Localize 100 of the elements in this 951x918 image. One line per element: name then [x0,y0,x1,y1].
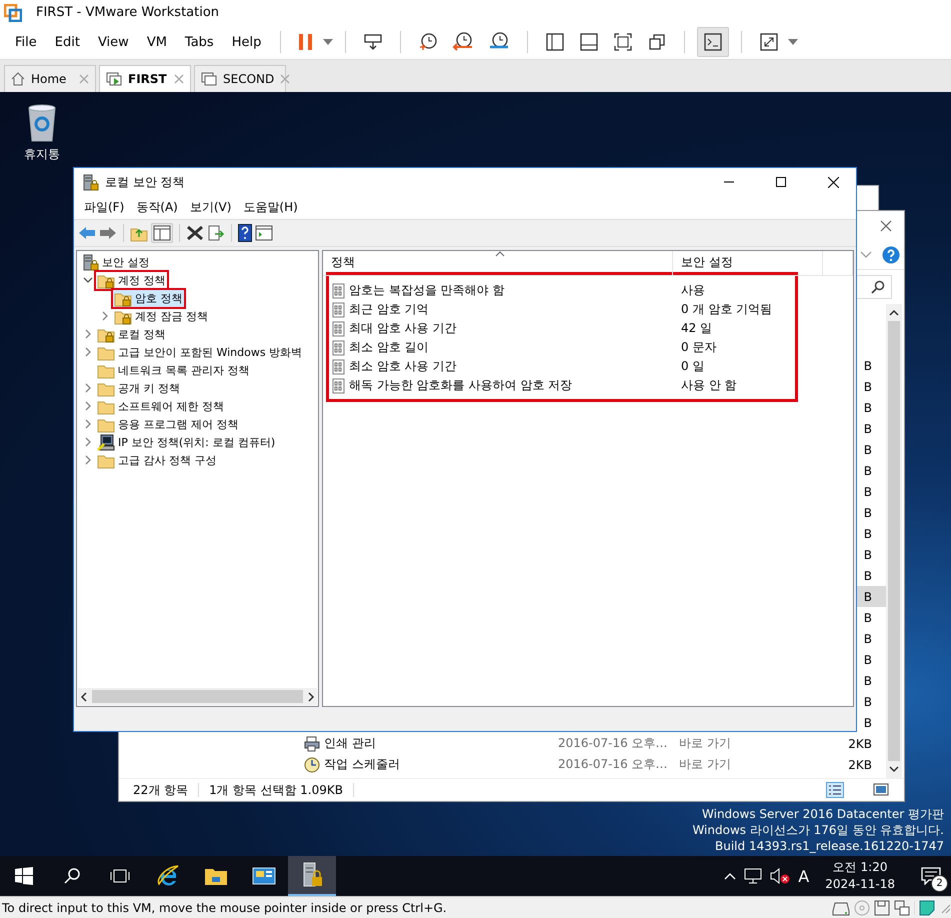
tree-item[interactable]: 암호 정책 [135,290,182,306]
tree-item[interactable]: 계정 잠금 정책 [111,306,211,326]
policy-name[interactable]: 해독 가능한 암호화를 사용하여 암호 저장 [349,377,681,394]
chevron-right-icon[interactable] [82,329,92,339]
policy-setting: 0 일 [681,358,706,375]
resize-grip-icon [939,902,951,914]
back-arrow-icon[interactable] [78,225,96,241]
menu-item[interactable]: Help [224,32,268,52]
item-count: 22개 항목 [133,782,188,798]
floppy-icon[interactable] [874,900,890,916]
tree-toggle-button[interactable] [151,223,173,243]
policy-name[interactable]: 암호는 복잡성을 만족해야 함 [349,282,681,299]
tab[interactable]: Home [4,65,96,92]
menu-item[interactable]: 파일(F) [78,197,130,218]
tree-item[interactable]: 고급 보안이 포함된 Windows 방화벽 [94,342,306,362]
menu-item[interactable]: Tabs [178,32,221,52]
tree-item[interactable]: 계정 정책 [118,272,166,288]
tab[interactable]: FIRST [99,65,191,92]
thumbnail-view-icon[interactable] [872,782,890,798]
help-icon[interactable] [238,224,252,242]
column-header[interactable]: 정책 [323,251,673,275]
speaker-muted-icon[interactable] [770,868,790,884]
console-button[interactable] [697,27,730,57]
chevron-right-icon[interactable] [82,401,92,411]
vertical-scrollbar[interactable] [886,304,902,778]
file-size: B [862,632,872,646]
file-size: B [862,526,872,540]
tree-item[interactable]: 소프트웨어 제한 정책 [94,396,227,416]
file-size: B [862,716,872,730]
menu-item[interactable]: File [8,32,44,52]
forward-arrow-icon[interactable] [99,225,117,241]
caret-icon[interactable] [323,39,334,45]
input-indicator[interactable]: A [798,866,810,886]
policy-name[interactable]: 최근 암호 기억 [349,301,681,318]
server-lock-icon [82,254,99,270]
task-view-icon[interactable] [110,868,130,884]
browser-e-icon[interactable] [156,864,180,888]
chevron-down-icon [889,766,899,773]
desktop-icon-label[interactable]: 휴지통 [24,146,60,163]
chevron-right-icon[interactable] [100,311,110,321]
server-lock-icon[interactable] [301,862,323,888]
network-icon[interactable] [744,868,762,884]
policy-setting: 0 개 암호 기억됨 [681,301,774,318]
chevron-down-icon[interactable] [82,275,92,285]
policy-icon [331,378,346,394]
menu-item[interactable]: 보기(V) [184,197,238,218]
chevron-right-icon[interactable] [82,437,92,447]
file-row[interactable]: 작업 스케줄러 2016-07-16 오후… 바로 가기 2KB [119,754,886,775]
pause-icon [298,32,314,52]
tree-item[interactable]: 네트워크 목록 관리자 정책 [94,360,252,380]
policy-name[interactable]: 최대 암호 사용 기간 [349,320,681,337]
policy-setting: 사용 안 함 [681,377,738,394]
policy-icon [331,282,346,298]
tree-item[interactable]: 고급 감사 정책 구성 [94,450,220,470]
menu-item[interactable]: 도움말(H) [237,197,304,218]
tree-item[interactable]: 로컬 정책 [94,324,168,344]
chevron-right-icon[interactable] [82,419,92,429]
file-size: B [862,484,872,498]
chevron-up-icon[interactable] [724,872,736,880]
file-type: 바로 가기 [679,735,732,752]
tree-item[interactable]: 공개 키 정책 [94,378,183,398]
chevron-right-icon[interactable] [82,347,92,357]
tree-item[interactable]: IP 보안 정책(위치: 로컬 컴퓨터) [94,432,278,452]
menu-item[interactable]: View [90,32,136,52]
close-icon [880,220,892,232]
clock[interactable]: 오전 1:20 2024-11-18 [817,859,903,893]
message-icon[interactable] [919,900,935,916]
taskbar-button[interactable] [288,856,336,896]
policy-icon [331,302,346,318]
caret-icon[interactable] [788,39,798,45]
tree-item[interactable]: 응용 프로그램 제어 정책 [94,414,242,434]
windows-logo-icon[interactable] [15,867,33,885]
dashboard-icon[interactable] [252,866,276,886]
horizontal-scrollbar[interactable] [78,688,317,705]
details-view-icon[interactable] [826,782,844,798]
file-size: B [862,464,872,478]
column-header[interactable]: 보안 설정 [673,251,823,275]
menu-item[interactable]: VM [140,32,174,52]
search-icon[interactable] [63,867,81,885]
chevron-right-icon[interactable] [82,455,92,465]
menu-item[interactable]: Edit [48,32,87,52]
policy-name[interactable]: 최소 암호 길이 [349,339,681,356]
notification-button[interactable]: 2 [911,856,951,896]
chevron-right-icon[interactable] [82,383,92,393]
network-adapter-icon[interactable] [894,900,910,916]
expand-icon [759,32,780,52]
file-row[interactable]: 인쇄 관리 2016-07-16 오후… 바로 가기 2KB [119,733,886,754]
export-icon[interactable] [207,225,225,241]
vm-icon [106,72,122,86]
delete-icon[interactable] [186,225,204,241]
menu-item[interactable]: 동작(A) [130,197,184,218]
file-name: 작업 스케줄러 [323,756,401,773]
file-size: B [862,506,872,520]
properties-icon[interactable] [255,225,273,241]
policy-setting: 사용 [681,282,706,299]
tree-item[interactable]: 보안 설정 [102,254,150,270]
folder-icon[interactable] [204,866,228,886]
policy-name[interactable]: 최소 암호 사용 기간 [349,358,681,375]
desktop-text: Build 14393.rs1_release.161220-1747 [715,838,944,854]
panel-bottom-icon [579,32,600,52]
